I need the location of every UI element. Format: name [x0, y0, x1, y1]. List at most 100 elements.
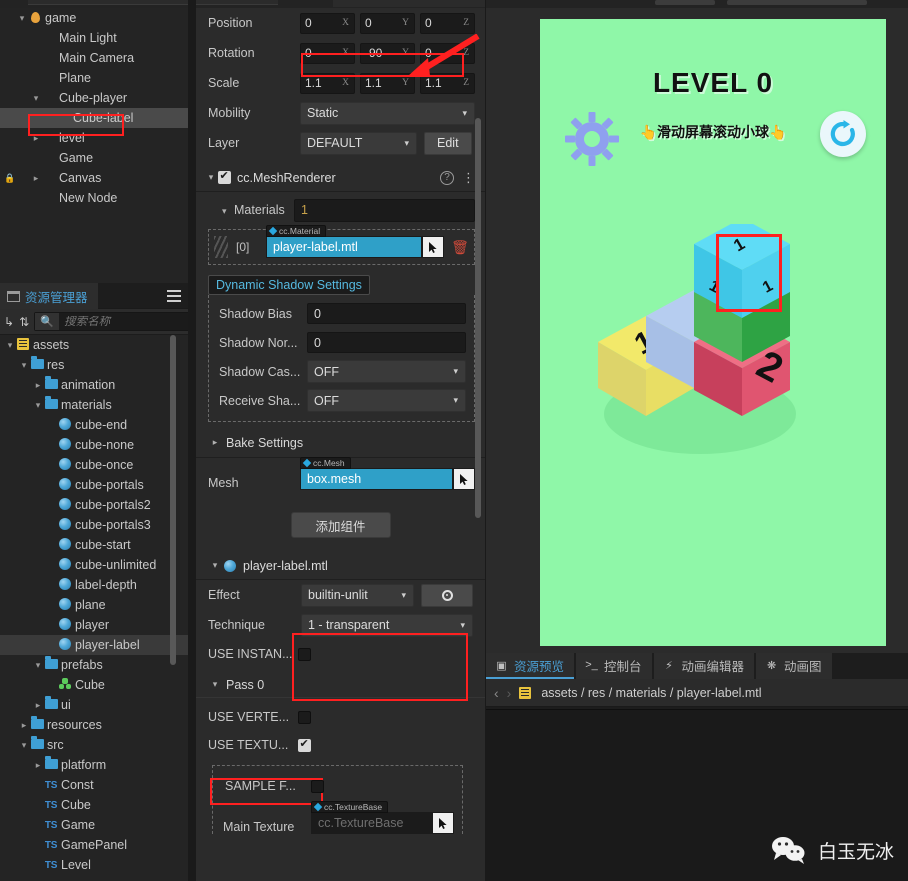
search-icon[interactable]: 🔍: [35, 313, 60, 330]
material-asset-field[interactable]: cc.Material player-label.mtl: [266, 225, 444, 258]
chevron-down-icon[interactable]: ▾: [4, 340, 16, 351]
hierarchy-node-game[interactable]: ▾ game: [0, 8, 188, 28]
mesh-value[interactable]: box.mesh: [300, 468, 453, 490]
mesh-picker-button[interactable]: [453, 468, 475, 490]
rotation-z-input[interactable]: 0 Z: [420, 42, 475, 64]
asset-item-cube-portals2[interactable]: ▸cube-portals2: [0, 495, 188, 515]
hierarchy-node-level[interactable]: ▸ level: [0, 128, 188, 148]
mesh-renderer-header[interactable]: ▾ cc.MeshRenderer ? ⋮: [196, 164, 485, 192]
layer-select[interactable]: DEFAULT ▾: [300, 131, 417, 155]
chevron-down-icon[interactable]: ▾: [18, 740, 30, 751]
divider-right[interactable]: [485, 0, 486, 881]
main-texture-picker-button[interactable]: [432, 812, 454, 834]
asset-item-assets[interactable]: ▾ assets: [0, 335, 188, 355]
asset-item-level[interactable]: ▸TSLevel: [0, 855, 188, 875]
create-asset-icon[interactable]: ↳: [4, 313, 14, 331]
bottom-tab-preview[interactable]: ▣ 资源预览: [486, 653, 575, 679]
hierarchy-node-canvas[interactable]: 🔒 ▸ Canvas: [0, 168, 188, 188]
chevron-right-icon[interactable]: ▸: [30, 133, 42, 144]
asset-item-resources[interactable]: ▸ resources: [0, 715, 188, 735]
chevron-right-icon[interactable]: ▸: [30, 173, 42, 184]
materials-count-input[interactable]: 1: [294, 198, 475, 222]
asset-item-cube-start[interactable]: ▸cube-start: [0, 535, 188, 555]
material-remove-icon[interactable]: 🗑: [451, 239, 469, 256]
asset-item-res[interactable]: ▾ res: [0, 355, 188, 375]
hierarchy-node-cube-label[interactable]: ▸Cube-label: [0, 108, 188, 128]
asset-item-prefabs[interactable]: ▾ prefabs: [0, 655, 188, 675]
hierarchy-node-cube-player[interactable]: ▾ Cube-player: [0, 88, 188, 108]
chevron-down-icon[interactable]: ▾: [32, 660, 44, 671]
asset-item-player-label[interactable]: ▸player-label: [0, 635, 188, 655]
chevron-down-icon[interactable]: ▾: [32, 400, 44, 411]
asset-item-materials[interactable]: ▾ materials: [0, 395, 188, 415]
use-texture-checkbox[interactable]: [298, 737, 311, 752]
tab-asset-explorer[interactable]: 资源管理器: [0, 283, 98, 309]
sort-icon[interactable]: ⇅: [19, 313, 29, 331]
inspector-scrollbar[interactable]: [475, 118, 481, 518]
help-icon[interactable]: ?: [440, 170, 454, 185]
restart-button[interactable]: [820, 111, 866, 157]
asset-item-const[interactable]: ▸TSConst: [0, 775, 188, 795]
asset-item-cube[interactable]: ▸Cube: [0, 675, 188, 695]
shadow-row-select[interactable]: OFF ▾: [307, 360, 466, 383]
asset-item-player[interactable]: ▸player: [0, 615, 188, 635]
asset-item-cube-portals[interactable]: ▸cube-portals: [0, 475, 188, 495]
dynamic-shadow-section-header[interactable]: Dynamic Shadow Settings: [208, 275, 473, 295]
effect-locate-button[interactable]: [421, 583, 473, 607]
asset-item-label-depth[interactable]: ▸label-depth: [0, 575, 188, 595]
asset-item-cube-portals3[interactable]: ▸cube-portals3: [0, 515, 188, 535]
forward-button[interactable]: ›: [507, 685, 512, 701]
add-component-button[interactable]: 添加组件: [290, 512, 391, 538]
asset-item-plane[interactable]: ▸plane: [0, 595, 188, 615]
hierarchy-node-main-camera[interactable]: ▸Main Camera: [0, 48, 188, 68]
position-x-input[interactable]: 0 X: [300, 12, 355, 34]
chevron-right-icon[interactable]: ▸: [32, 700, 44, 711]
asset-item-cube-none[interactable]: ▸cube-none: [0, 435, 188, 455]
material-picker-button[interactable]: [422, 236, 444, 258]
hierarchy-node-new-node[interactable]: ▸New Node: [0, 188, 188, 208]
game-canvas[interactable]: LEVEL 0 👆滑动屏幕滚动小球👆 1 2 1 1 1: [540, 19, 886, 646]
effect-select[interactable]: builtin-unlit ▾: [301, 583, 414, 607]
technique-select[interactable]: 1 - transparent ▾: [301, 613, 473, 637]
main-texture-value[interactable]: cc.TextureBase: [311, 812, 432, 834]
scale-z-input[interactable]: 1.1 Z: [420, 72, 475, 94]
asset-item-platform[interactable]: ▸ platform: [0, 755, 188, 775]
asset-item-src[interactable]: ▾ src: [0, 735, 188, 755]
asset-item-animation[interactable]: ▸ animation: [0, 375, 188, 395]
asset-item-game[interactable]: ▸TSGame: [0, 815, 188, 835]
bottom-tab-console[interactable]: >_ 控制台: [576, 653, 652, 679]
use-instancing-checkbox[interactable]: [298, 647, 311, 661]
asset-item-ui[interactable]: ▸ ui: [0, 695, 188, 715]
shadow-row-input[interactable]: 0: [307, 303, 466, 324]
breadcrumb-path[interactable]: assets / res / materials / player-label.…: [541, 686, 761, 700]
scale-x-input[interactable]: 1.1 X: [300, 72, 355, 94]
layer-edit-button[interactable]: Edit: [424, 131, 472, 155]
asset-item-cube-unlimited[interactable]: ▸cube-unlimited: [0, 555, 188, 575]
hierarchy-node-plane[interactable]: ▸Plane: [0, 68, 188, 88]
mobility-select[interactable]: Static ▾: [300, 101, 475, 125]
main-texture-asset-field[interactable]: cc.TextureBase cc.TextureBase: [311, 801, 454, 834]
chevron-down-icon[interactable]: ▾: [18, 360, 30, 371]
chevron-down-icon[interactable]: ▾: [16, 13, 28, 24]
asset-tree-scrollbar[interactable]: [170, 335, 176, 665]
asset-item-cube-once[interactable]: ▸cube-once: [0, 455, 188, 475]
mesh-renderer-enabled-checkbox[interactable]: [218, 169, 231, 184]
chevron-down-icon[interactable]: ▾: [30, 93, 42, 104]
divider-left[interactable]: [188, 0, 196, 881]
chevron-right-icon[interactable]: ▸: [18, 720, 30, 731]
use-vertex-color-checkbox[interactable]: [298, 710, 311, 724]
sample-from-checkbox[interactable]: [311, 779, 324, 793]
chevron-right-icon[interactable]: ▸: [32, 380, 44, 391]
bottom-tab-animation-graph[interactable]: ❋ 动画图: [756, 653, 832, 679]
shadow-row-select[interactable]: OFF ▾: [307, 389, 466, 412]
hierarchy-node-main-light[interactable]: ▸Main Light: [0, 28, 188, 48]
asset-item-gamepanel[interactable]: ▸TSGamePanel: [0, 835, 188, 855]
back-button[interactable]: ‹: [494, 685, 499, 701]
pass0-header[interactable]: ▾ Pass 0: [196, 672, 485, 698]
bottom-tab-animation-editor[interactable]: ⚡ 动画编辑器: [653, 653, 755, 679]
rotation-y-input[interactable]: -90 Y: [360, 42, 415, 64]
rotation-x-input[interactable]: 0 X: [300, 42, 355, 64]
position-y-input[interactable]: 0 Y: [360, 12, 415, 34]
material-panel-header[interactable]: ▾ player-label.mtl: [196, 552, 485, 580]
scale-y-input[interactable]: 1.1 Y: [360, 72, 415, 94]
